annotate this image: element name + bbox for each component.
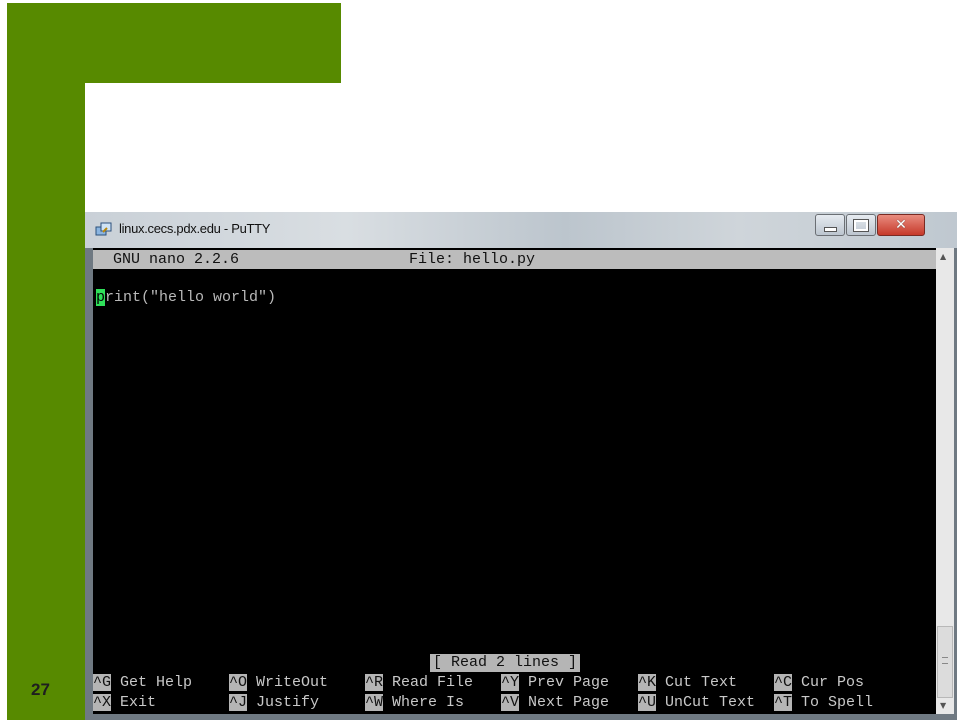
terminal-screen[interactable]: GNU nano 2.2.6 File: hello.py print("hel… — [93, 248, 936, 714]
shortcut-bar: ^G Get Help ^O WriteOut ^R Read File ^Y … — [93, 673, 936, 713]
code-line[interactable]: print("hello world") — [96, 289, 276, 306]
vertical-scrollbar[interactable]: ▲ ▼ — [936, 248, 954, 714]
shortcut-cut-text[interactable]: ^K Cut Text — [638, 674, 737, 691]
shortcut-uncut-text[interactable]: ^U UnCut Text — [638, 694, 755, 711]
nano-header: GNU nano 2.2.6 File: hello.py — [93, 250, 936, 269]
maximize-icon — [853, 218, 869, 232]
minimize-button[interactable] — [815, 214, 845, 236]
slide-page-number: 27 — [31, 680, 50, 699]
slide-corner — [85, 83, 175, 173]
shortcut-next-page[interactable]: ^V Next Page — [501, 694, 609, 711]
code-text: rint("hello world") — [105, 289, 277, 306]
scroll-thumb[interactable] — [937, 626, 953, 698]
scroll-up-icon[interactable]: ▲ — [940, 252, 946, 261]
shortcut-writeout[interactable]: ^O WriteOut — [229, 674, 328, 691]
window-titlebar[interactable]: linux.cecs.pdx.edu - PuTTY ✕ — [85, 212, 957, 248]
slide-accent-bar — [7, 3, 341, 83]
shortcut-cur-pos[interactable]: ^C Cur Pos — [774, 674, 864, 691]
close-button[interactable]: ✕ — [877, 214, 925, 236]
shortcut-get-help[interactable]: ^G Get Help — [93, 674, 192, 691]
putty-icon — [95, 222, 112, 236]
grip-icon — [942, 657, 948, 664]
shortcut-row: ^X Exit ^J Justify ^W Where Is ^V Next P… — [93, 693, 936, 713]
shortcut-prev-page[interactable]: ^Y Prev Page — [501, 674, 609, 691]
shortcut-to-spell[interactable]: ^T To Spell — [774, 694, 873, 711]
shortcut-where-is[interactable]: ^W Where Is — [365, 694, 464, 711]
nano-version: GNU nano 2.2.6 — [113, 251, 240, 268]
shortcut-justify[interactable]: ^J Justify — [229, 694, 319, 711]
nano-filename: File: hello.py — [409, 251, 536, 268]
maximize-button[interactable] — [846, 214, 876, 236]
shortcut-read-file[interactable]: ^R Read File — [365, 674, 473, 691]
scroll-down-icon[interactable]: ▼ — [940, 701, 946, 710]
status-message: [ Read 2 lines ] — [430, 654, 581, 672]
text-cursor: p — [96, 289, 106, 306]
window-title: linux.cecs.pdx.edu - PuTTY — [119, 221, 271, 236]
close-icon: ✕ — [895, 217, 907, 233]
putty-window: linux.cecs.pdx.edu - PuTTY ✕ GNU nano 2.… — [85, 212, 957, 720]
minimize-icon — [823, 226, 837, 232]
slide-side-bar — [7, 80, 85, 720]
shortcut-exit[interactable]: ^X Exit — [93, 694, 156, 711]
shortcut-row: ^G Get Help ^O WriteOut ^R Read File ^Y … — [93, 673, 936, 693]
